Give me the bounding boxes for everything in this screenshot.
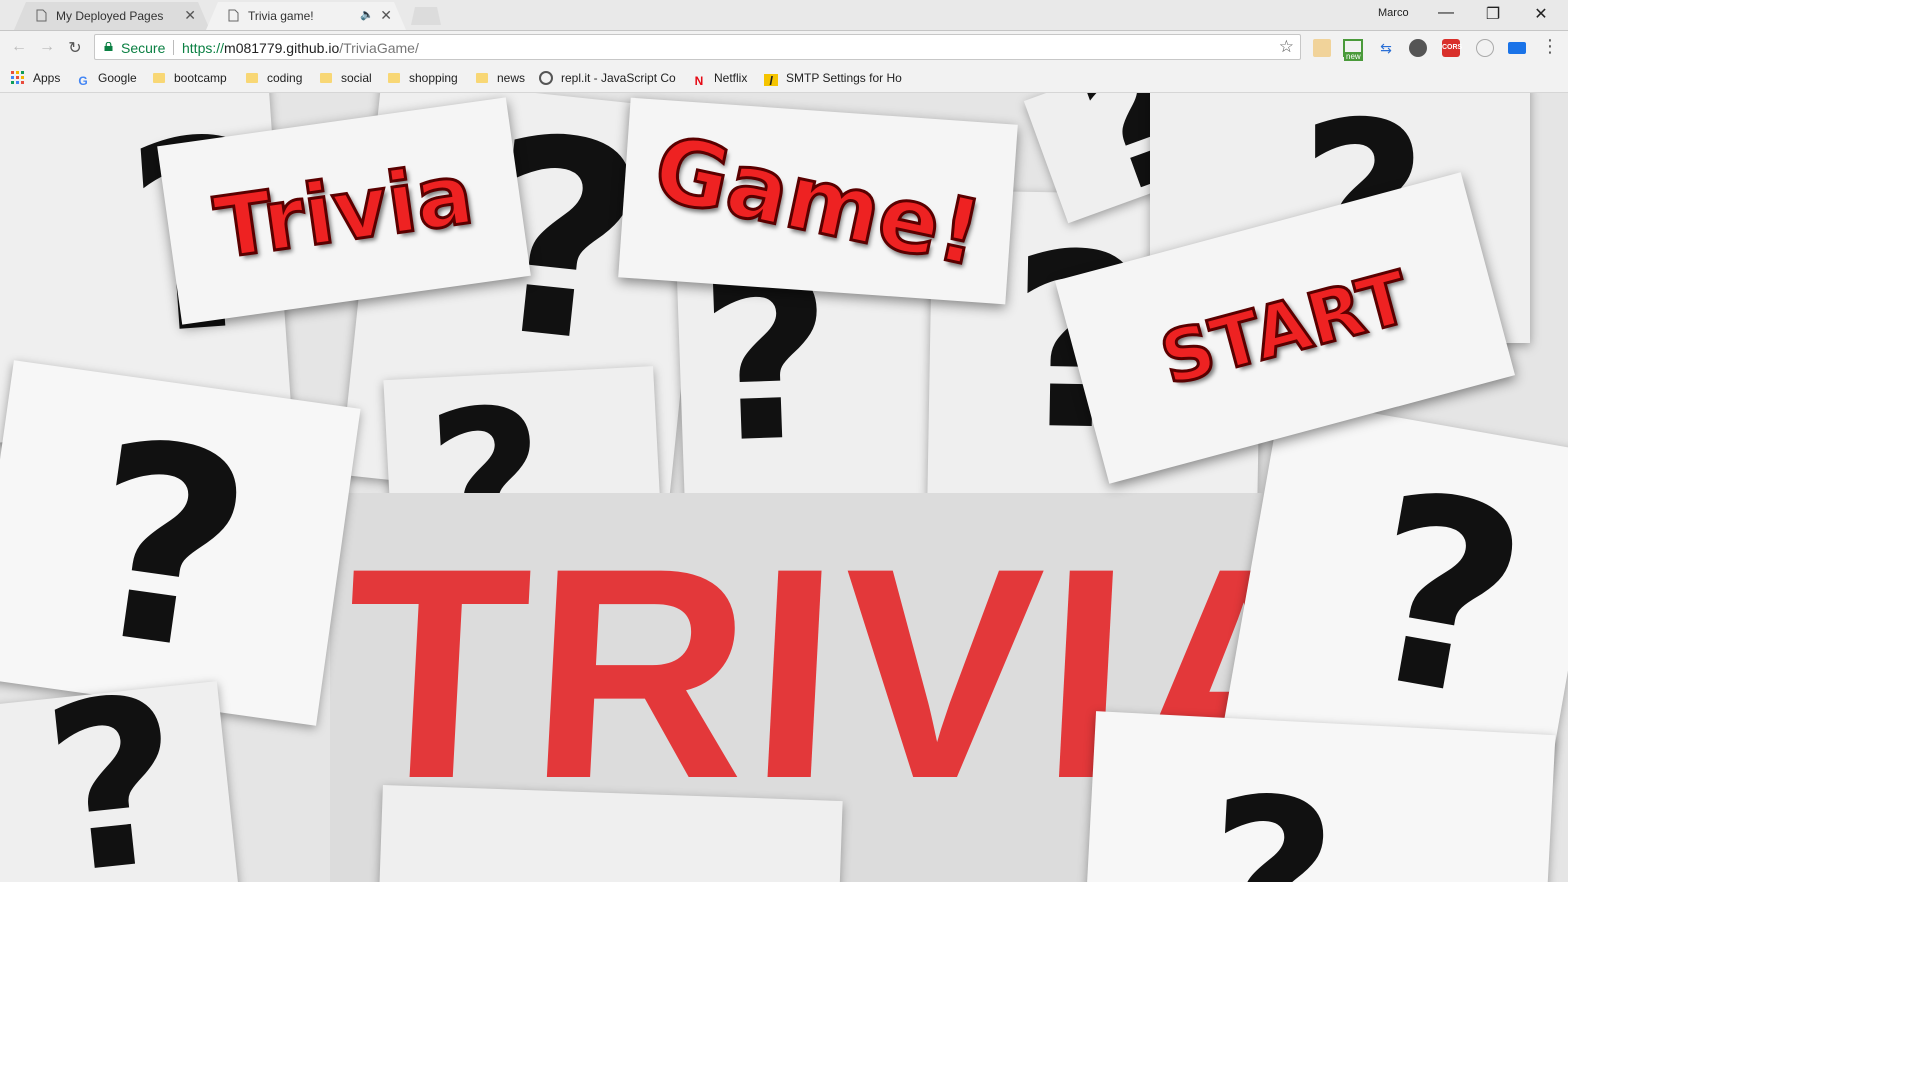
bookmark-replit[interactable]: repl.it - JavaScript Co	[539, 70, 679, 86]
question-mark: ?	[33, 681, 195, 882]
extension-4-icon[interactable]	[1409, 39, 1427, 57]
replit-icon	[539, 71, 553, 85]
document-icon	[228, 9, 239, 22]
window-close-icon[interactable]: ✕	[1531, 4, 1551, 24]
new-tab-button[interactable]	[411, 7, 441, 25]
bookmark-coding[interactable]: coding	[246, 70, 302, 86]
bookmark-star-icon[interactable]: ☆	[1279, 37, 1294, 57]
tab-title: My Deployed Pages	[56, 9, 164, 23]
profile-name[interactable]: Marco	[1378, 7, 1409, 19]
smtp-icon: l	[764, 74, 778, 86]
reload-icon[interactable]: ↻	[65, 38, 85, 58]
minimize-icon[interactable]: —	[1436, 4, 1456, 22]
apps-grid-icon	[11, 71, 24, 84]
extension-7-icon[interactable]	[1508, 42, 1526, 54]
folder-icon	[153, 73, 165, 83]
background-card: ?	[1084, 711, 1556, 882]
question-mark: ?	[68, 381, 268, 715]
bookmark-label: shopping	[409, 71, 458, 85]
bookmark-label: coding	[267, 71, 303, 85]
close-icon[interactable]: ✕	[184, 7, 196, 24]
background-card: ?	[0, 681, 242, 882]
bookmarks-bar: Apps G Google bootcamp coding social shop…	[0, 65, 1568, 93]
folder-icon	[246, 73, 258, 83]
bookmark-apps[interactable]: Apps	[11, 70, 60, 86]
question-mark: ?	[1200, 749, 1342, 882]
bookmark-label: Google	[98, 71, 137, 85]
document-icon	[36, 9, 47, 22]
netflix-icon: N	[694, 74, 704, 88]
address-bar[interactable]: Secure https://m081779.github.io/TriviaG…	[94, 34, 1301, 60]
bookmark-news[interactable]: news	[476, 70, 525, 86]
tab-title: Trivia game!	[248, 9, 314, 23]
url-text[interactable]: https://m081779.github.io/TriviaGame/	[182, 40, 419, 56]
bookmark-label: Apps	[33, 71, 61, 85]
bookmark-google[interactable]: G Google	[76, 70, 137, 88]
bookmark-label: bootcamp	[174, 71, 227, 85]
title-card-game: Game!	[618, 97, 1018, 305]
bookmark-smtp[interactable]: l SMTP Settings for Ho	[764, 70, 904, 86]
bookmark-label: SMTP Settings for Ho	[786, 71, 902, 85]
bookmark-label: news	[497, 71, 526, 85]
extension-1-icon[interactable]	[1313, 39, 1331, 57]
chrome-menu-icon[interactable]: ⋮	[1540, 36, 1560, 57]
restore-icon[interactable]: ❐	[1483, 4, 1503, 24]
bookmark-label: social	[341, 71, 372, 85]
browser-toolbar: ← → ↻ Secure https://m081779.github.io/T…	[0, 31, 1568, 65]
folder-icon	[388, 73, 400, 83]
bookmark-bootcamp[interactable]: bootcamp	[153, 70, 227, 86]
folder-icon	[476, 73, 488, 83]
secure-label: Secure	[121, 40, 166, 56]
question-mark: ?	[1343, 436, 1545, 761]
google-icon: G	[78, 74, 88, 88]
divider	[173, 40, 174, 55]
bookmark-netflix[interactable]: N Netflix	[692, 70, 748, 88]
tab-trivia-game[interactable]: Trivia game! 🔈 ✕	[206, 2, 406, 30]
cors-extension-icon[interactable]: CORS	[1442, 39, 1462, 57]
speaker-icon[interactable]: 🔈	[360, 8, 374, 21]
folder-icon	[320, 73, 332, 83]
page-content: ? ? ? ? ? ? ? TRIVIA ? ? ? ? Trivia Game…	[0, 93, 1568, 882]
back-icon[interactable]: ←	[9, 38, 29, 56]
tab-strip: My Deployed Pages ✕ Trivia game! 🔈 ✕ Mar…	[0, 0, 1568, 31]
background-card	[377, 785, 843, 882]
background-card: ?	[0, 360, 361, 726]
close-icon[interactable]: ✕	[380, 7, 392, 24]
bookmark-social[interactable]: social	[320, 70, 372, 86]
tab-my-deployed-pages[interactable]: My Deployed Pages ✕	[14, 2, 210, 30]
bookmark-label: Netflix	[714, 71, 748, 85]
bookmark-shopping[interactable]: shopping	[388, 70, 458, 86]
swap-arrows-icon[interactable]: ⇆	[1377, 39, 1395, 57]
lock-icon	[104, 42, 113, 51]
extension-6-icon[interactable]	[1476, 39, 1494, 57]
forward-icon[interactable]: →	[37, 38, 57, 56]
bookmark-label: repl.it - JavaScript Co	[561, 71, 676, 85]
extension-new-icon[interactable]: new	[1343, 39, 1363, 61]
